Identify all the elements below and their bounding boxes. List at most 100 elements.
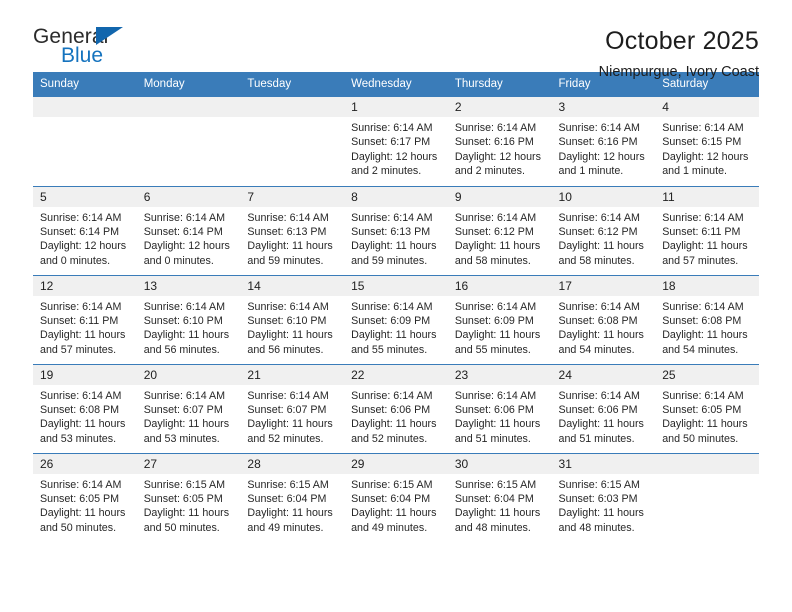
day-detail-line: and 58 minutes. [558, 254, 635, 267]
day-number: 28 [240, 453, 345, 474]
day-number: 18 [655, 275, 759, 296]
day-detail-line: Daylight: 12 hours [662, 150, 749, 163]
day-details: Sunrise: 6:14 AM Sunset: 6:06 PM Daylight:… [448, 385, 552, 447]
day-details: Sunrise: 6:14 AM Sunset: 6:11 PM Daylight:… [33, 296, 137, 358]
day-detail-line: and 52 minutes. [351, 432, 428, 445]
day-details: Sunrise: 6:14 AM Sunset: 6:06 PM Daylight:… [552, 385, 656, 447]
calendar-day-cell[interactable]: 2 Sunrise: 6:14 AM Sunset: 6:16 PM Daylight… [447, 97, 552, 186]
calendar-day-cell[interactable]: 19 Sunrise: 6:14 AM Sunset: 6:08 PM Dayligh… [33, 363, 137, 453]
day-detail-line: Daylight: 11 hours [351, 418, 437, 431]
day-details: Sunrise: 6:14 AM Sunset: 6:13 PM Daylight:… [344, 207, 448, 269]
calendar-day-cell[interactable]: 22 Sunrise: 6:14 AM Sunset: 6:06 PM Dayligh… [344, 363, 448, 453]
calendar-day-cell[interactable]: 12 Sunrise: 6:14 AM Sunset: 6:11 PM Dayligh… [33, 274, 137, 364]
page-title: October 2025 [605, 27, 759, 55]
day-details: Sunrise: 6:14 AM Sunset: 6:07 PM Daylight:… [137, 385, 241, 447]
week-row: 12 Sunrise: 6:14 AM Sunset: 6:11 PM Dayligh… [33, 274, 759, 364]
day-detail-line: Daylight: 11 hours [40, 418, 126, 431]
calendar-day-cell[interactable]: 7 Sunrise: 6:14 AM Sunset: 6:13 PM Daylight… [240, 185, 345, 275]
day-number: 17 [551, 275, 656, 296]
day-detail-line: Sunset: 6:05 PM [143, 492, 223, 505]
day-detail-line: Sunrise: 6:14 AM [143, 211, 226, 224]
day-detail-line: Daylight: 11 hours [558, 329, 644, 342]
weekday-header-sunday: Sunday [33, 72, 137, 97]
day-details: Sunrise: 6:14 AM Sunset: 6:17 PM Daylight:… [344, 117, 448, 179]
day-detail-line: Daylight: 11 hours [662, 329, 748, 342]
calendar-day-cell[interactable]: 25 Sunrise: 6:14 AM Sunset: 6:05 PM Dayligh… [655, 363, 759, 453]
day-details [240, 117, 344, 121]
day-details [33, 117, 137, 121]
day-detail-line: and 54 minutes. [662, 343, 739, 356]
calendar-day-cell[interactable]: 4 Sunrise: 6:14 AM Sunset: 6:15 PM Daylight… [655, 97, 759, 186]
calendar-day-cell[interactable]: 18 Sunrise: 6:14 AM Sunset: 6:08 PM Dayligh… [655, 274, 759, 364]
calendar-day-cell[interactable]: 17 Sunrise: 6:14 AM Sunset: 6:08 PM Dayligh… [551, 274, 656, 364]
day-detail-line: Sunrise: 6:14 AM [558, 389, 640, 402]
day-detail-line: Daylight: 11 hours [662, 418, 748, 431]
day-detail-line: Sunrise: 6:14 AM [351, 122, 433, 134]
day-detail-line: Daylight: 11 hours [143, 507, 230, 520]
day-details: Sunrise: 6:14 AM Sunset: 6:15 PM Daylight:… [655, 117, 759, 179]
calendar-day-cell[interactable]: 3 Sunrise: 6:14 AM Sunset: 6:16 PM Daylight… [551, 97, 656, 186]
calendar-day-cell[interactable]: 21 Sunrise: 6:14 AM Sunset: 6:07 PM Dayligh… [240, 363, 345, 453]
calendar-day-cell[interactable]: 24 Sunrise: 6:14 AM Sunset: 6:06 PM Dayligh… [551, 363, 656, 453]
calendar-day-cell[interactable]: 9 Sunrise: 6:14 AM Sunset: 6:12 PM Daylight… [447, 185, 552, 275]
calendar-day-cell[interactable]: 23 Sunrise: 6:14 AM Sunset: 6:06 PM Dayligh… [447, 363, 552, 453]
calendar-cell-empty [136, 97, 241, 186]
calendar-day-cell[interactable]: 29 Sunrise: 6:15 AM Sunset: 6:04 PM Dayligh… [344, 452, 448, 542]
calendar-day-cell[interactable]: 27 Sunrise: 6:15 AM Sunset: 6:05 PM Dayligh… [136, 452, 241, 542]
day-detail-line: and 57 minutes. [662, 254, 739, 267]
calendar-day-cell[interactable]: 30 Sunrise: 6:15 AM Sunset: 6:04 PM Dayligh… [447, 452, 552, 542]
day-detail-line: Sunset: 6:07 PM [143, 403, 223, 416]
calendar-day-cell[interactable]: 15 Sunrise: 6:14 AM Sunset: 6:09 PM Dayligh… [344, 274, 448, 364]
day-detail-line: Sunrise: 6:14 AM [662, 122, 744, 134]
day-number: 10 [551, 186, 656, 207]
day-detail-line: Sunrise: 6:14 AM [351, 211, 433, 224]
day-number: 21 [240, 364, 345, 385]
day-detail-line: and 57 minutes. [40, 343, 117, 356]
day-detail-line: Daylight: 11 hours [143, 418, 230, 431]
calendar-day-cell[interactable]: 16 Sunrise: 6:14 AM Sunset: 6:09 PM Dayligh… [447, 274, 552, 364]
day-detail-line: Sunrise: 6:14 AM [454, 389, 537, 402]
day-number: 7 [240, 186, 345, 207]
day-detail-line: Sunrise: 6:14 AM [247, 300, 329, 313]
day-detail-line: Sunset: 6:15 PM [662, 136, 742, 149]
day-detail-line: Sunrise: 6:14 AM [662, 211, 744, 224]
day-number: 9 [447, 186, 552, 207]
calendar-day-cell[interactable]: 6 Sunrise: 6:14 AM Sunset: 6:14 PM Daylight… [136, 185, 241, 275]
day-detail-line: and 0 minutes. [143, 254, 214, 267]
day-detail-line: Daylight: 11 hours [40, 329, 126, 342]
calendar-day-cell[interactable]: 28 Sunrise: 6:15 AM Sunset: 6:04 PM Dayligh… [240, 452, 345, 542]
day-detail-line: Sunset: 6:03 PM [558, 492, 638, 505]
calendar-day-cell[interactable]: 26 Sunrise: 6:14 AM Sunset: 6:05 PM Dayligh… [33, 452, 137, 542]
day-details: Sunrise: 6:14 AM Sunset: 6:16 PM Daylight:… [552, 117, 656, 179]
day-detail-line: Sunrise: 6:14 AM [662, 389, 744, 402]
day-detail-line: Daylight: 11 hours [351, 240, 437, 253]
calendar-day-cell[interactable]: 10 Sunrise: 6:14 AM Sunset: 6:12 PM Dayligh… [551, 185, 656, 275]
day-number: 19 [33, 364, 137, 385]
calendar-day-cell[interactable]: 13 Sunrise: 6:14 AM Sunset: 6:10 PM Dayligh… [136, 274, 241, 364]
day-detail-line: Sunset: 6:08 PM [662, 314, 742, 327]
day-detail-line: and 56 minutes. [247, 343, 324, 356]
calendar-day-cell[interactable]: 11 Sunrise: 6:14 AM Sunset: 6:11 PM Dayligh… [655, 185, 759, 275]
calendar-day-cell[interactable]: 5 Sunrise: 6:14 AM Sunset: 6:14 PM Daylight… [33, 185, 137, 275]
day-details: Sunrise: 6:14 AM Sunset: 6:08 PM Daylight:… [552, 296, 656, 358]
day-details: Sunrise: 6:14 AM Sunset: 6:10 PM Daylight:… [137, 296, 241, 358]
calendar-day-cell[interactable]: 31 Sunrise: 6:15 AM Sunset: 6:03 PM Dayligh… [551, 452, 656, 542]
day-detail-line: Sunset: 6:11 PM [40, 314, 119, 327]
day-detail-line: Sunrise: 6:14 AM [351, 300, 433, 313]
day-details: Sunrise: 6:14 AM Sunset: 6:12 PM Daylight:… [448, 207, 552, 269]
calendar-day-cell[interactable]: 8 Sunrise: 6:14 AM Sunset: 6:13 PM Daylight… [344, 185, 448, 275]
calendar-day-cell[interactable]: 20 Sunrise: 6:14 AM Sunset: 6:07 PM Dayligh… [136, 363, 241, 453]
day-detail-line: Daylight: 11 hours [143, 329, 230, 342]
day-detail-line: Sunrise: 6:14 AM [40, 478, 122, 491]
day-details: Sunrise: 6:14 AM Sunset: 6:14 PM Daylight:… [33, 207, 137, 269]
day-detail-line: and 2 minutes. [351, 165, 422, 178]
calendar-day-cell[interactable]: 14 Sunrise: 6:14 AM Sunset: 6:10 PM Dayligh… [240, 274, 345, 364]
calendar-day-cell[interactable]: 1 Sunrise: 6:14 AM Sunset: 6:17 PM Daylight… [344, 97, 448, 186]
day-number: 14 [240, 275, 345, 296]
calendar-grid: Sunday Monday Tuesday Wednesday Thursday Frid… [33, 72, 759, 542]
weekday-header-tuesday: Tuesday [240, 72, 345, 97]
day-details: Sunrise: 6:14 AM Sunset: 6:16 PM Daylight:… [448, 117, 552, 179]
day-detail-line: Sunset: 6:07 PM [247, 403, 327, 416]
day-detail-line: Sunset: 6:12 PM [558, 225, 638, 238]
day-detail-line: Daylight: 11 hours [247, 240, 333, 253]
